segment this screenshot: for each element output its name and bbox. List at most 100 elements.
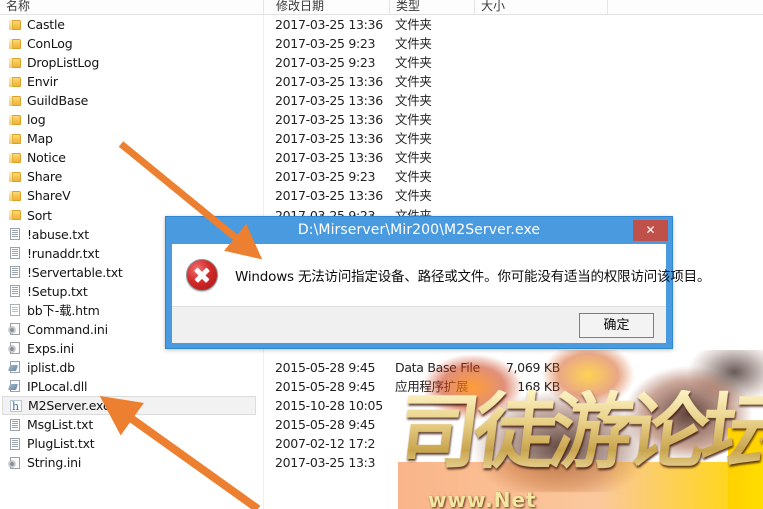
file-type-label: 文件夹 [395, 112, 432, 128]
file-type-label: Data Base File [395, 359, 480, 375]
file-date-label: 2017-03-25 13:36 [275, 131, 383, 147]
file-size-label: 7,069 KB [505, 359, 560, 375]
column-divider-type[interactable] [474, 0, 475, 14]
file-name-label: iplist.db [27, 359, 75, 375]
text-file-icon [8, 227, 22, 241]
table-row[interactable]: iplist.db 2015-05-28 9:45 Data Base File 7,… [0, 358, 763, 377]
file-name-label: MsgList.txt [27, 417, 94, 433]
table-row[interactable]: DropListLog 2017-03-25 9:23 文件夹 [0, 53, 763, 72]
file-name-cell[interactable]: IPLocal.dll [2, 377, 256, 396]
file-name-label: GuildBase [27, 93, 89, 109]
file-date-label: 2015-05-28 9:45 [275, 378, 376, 394]
column-divider-name[interactable] [263, 0, 264, 14]
folder-icon [8, 189, 22, 203]
column-divider-date[interactable] [389, 0, 390, 14]
table-row[interactable]: Share 2017-03-25 9:23 文件夹 [0, 167, 763, 186]
file-date-label: 2017-03-25 13:36 [275, 17, 383, 32]
file-name-cell[interactable]: DropListLog [2, 53, 256, 72]
file-date-label: 2015-05-28 9:45 [275, 417, 376, 433]
table-row[interactable]: log 2017-03-25 13:36 文件夹 [0, 110, 763, 129]
file-name-cell[interactable]: PlugList.txt [2, 434, 256, 453]
ok-button[interactable]: 确定 [579, 313, 654, 338]
file-date-label: 2015-05-28 9:45 [275, 359, 376, 375]
text-file-icon [8, 246, 22, 260]
file-size-label: 168 KB [517, 378, 560, 394]
executable-file-icon [9, 397, 23, 416]
config-file-icon [8, 322, 22, 336]
file-name-cell[interactable]: Share [2, 167, 256, 186]
dialog-footer: 确定 [172, 306, 666, 343]
file-name-cell[interactable]: Envir [2, 72, 256, 91]
table-row[interactable]: M2Server.exe 2015-10-28 10:05 [0, 396, 763, 416]
dialog-body: Windows 无法访问指定设备、路径或文件。你可能没有适当的权限访问该项目。 … [172, 244, 710, 343]
text-file-icon [8, 418, 22, 432]
column-header-size[interactable]: 大小 [481, 0, 505, 14]
file-name-cell[interactable]: iplist.db [2, 358, 256, 377]
column-header-date[interactable]: 修改日期 [276, 0, 324, 14]
text-file-icon [8, 284, 22, 298]
folder-icon [8, 94, 22, 108]
file-type-label: 文件夹 [395, 17, 432, 32]
file-name-label: Command.ini [27, 321, 108, 337]
config-file-icon [8, 456, 22, 470]
table-row[interactable]: String.ini 2017-03-25 13:3 [0, 453, 763, 472]
file-name-label: PlugList.txt [27, 436, 95, 452]
table-row[interactable]: MsgList.txt 2015-05-28 9:45 [0, 415, 763, 434]
file-name-label: String.ini [27, 455, 82, 471]
file-name-label: Map [27, 131, 53, 147]
file-name-label: M2Server.exe [28, 398, 111, 413]
file-date-label: 2017-03-25 9:23 [275, 36, 376, 52]
file-date-label: 2017-03-25 13:36 [275, 93, 383, 109]
database-file-icon [8, 379, 22, 393]
file-name-cell[interactable]: String.ini [2, 453, 256, 472]
file-name-cell[interactable]: ShareV [2, 186, 256, 205]
close-icon[interactable]: ✕ [633, 220, 668, 241]
file-name-cell[interactable]: Map [2, 129, 256, 148]
file-name-cell[interactable]: ConLog [2, 34, 256, 53]
table-row[interactable]: Castle 2017-03-25 13:36 文件夹 [0, 15, 763, 34]
folder-icon [8, 56, 22, 70]
file-name-label: ShareV [27, 188, 71, 204]
file-name-label: !runaddr.txt [27, 245, 100, 261]
file-name-cell[interactable]: Notice [2, 148, 256, 167]
file-name-label: Exps.ini [27, 340, 74, 356]
config-file-icon [8, 341, 22, 355]
file-name-cell[interactable]: Castle [2, 15, 256, 34]
table-row[interactable]: Envir 2017-03-25 13:36 文件夹 [0, 72, 763, 91]
column-header-row: 名称 修改日期 类型 大小 [0, 0, 763, 15]
database-file-icon [8, 360, 22, 374]
column-header-name[interactable]: 名称 [6, 0, 30, 14]
table-row[interactable]: ConLog 2017-03-25 9:23 文件夹 [0, 34, 763, 53]
text-file-icon [8, 265, 22, 279]
file-name-label: !abuse.txt [27, 226, 89, 242]
dialog-title: D:\Mirserver\Mir200\M2Server.exe [297, 222, 541, 238]
file-date-label: 2017-03-25 13:36 [275, 74, 383, 90]
file-date-label: 2015-10-28 10:05 [275, 398, 383, 413]
error-circle-icon [186, 259, 218, 291]
table-row[interactable]: Map 2017-03-25 13:36 文件夹 [0, 129, 763, 148]
folder-icon [8, 75, 22, 89]
dialog-message-area: Windows 无法访问指定设备、路径或文件。你可能没有适当的权限访问该项目。 [172, 244, 710, 306]
dialog-message-text: Windows 无法访问指定设备、路径或文件。你可能没有适当的权限访问该项目。 [235, 269, 711, 285]
column-header-type[interactable]: 类型 [396, 0, 420, 14]
file-type-label: 文件夹 [395, 74, 432, 90]
table-row[interactable]: IPLocal.dll 2015-05-28 9:45 应用程序扩展 168 KB [0, 377, 763, 396]
file-name-label: ConLog [27, 36, 73, 52]
table-row[interactable]: PlugList.txt 2007-02-12 17:2 [0, 434, 763, 453]
file-type-label: 应用程序扩展 [395, 378, 469, 394]
file-name-cell[interactable]: MsgList.txt [2, 415, 256, 434]
folder-icon [8, 151, 22, 165]
file-type-label: 文件夹 [395, 150, 432, 166]
file-name-cell[interactable]: log [2, 110, 256, 129]
file-name-label: Sort [27, 207, 52, 223]
file-name-cell[interactable]: GuildBase [2, 91, 256, 110]
column-divider-size[interactable] [607, 0, 608, 14]
table-row[interactable]: ShareV 2017-03-25 13:36 文件夹 [0, 186, 763, 205]
file-name-cell[interactable]: M2Server.exe [2, 396, 256, 416]
file-name-label: DropListLog [27, 55, 100, 71]
file-type-label: 文件夹 [395, 93, 432, 109]
table-row[interactable]: Notice 2017-03-25 13:36 文件夹 [0, 148, 763, 167]
table-row[interactable]: GuildBase 2017-03-25 13:36 文件夹 [0, 91, 763, 110]
file-type-label: 文件夹 [395, 131, 432, 147]
folder-icon [8, 113, 22, 127]
